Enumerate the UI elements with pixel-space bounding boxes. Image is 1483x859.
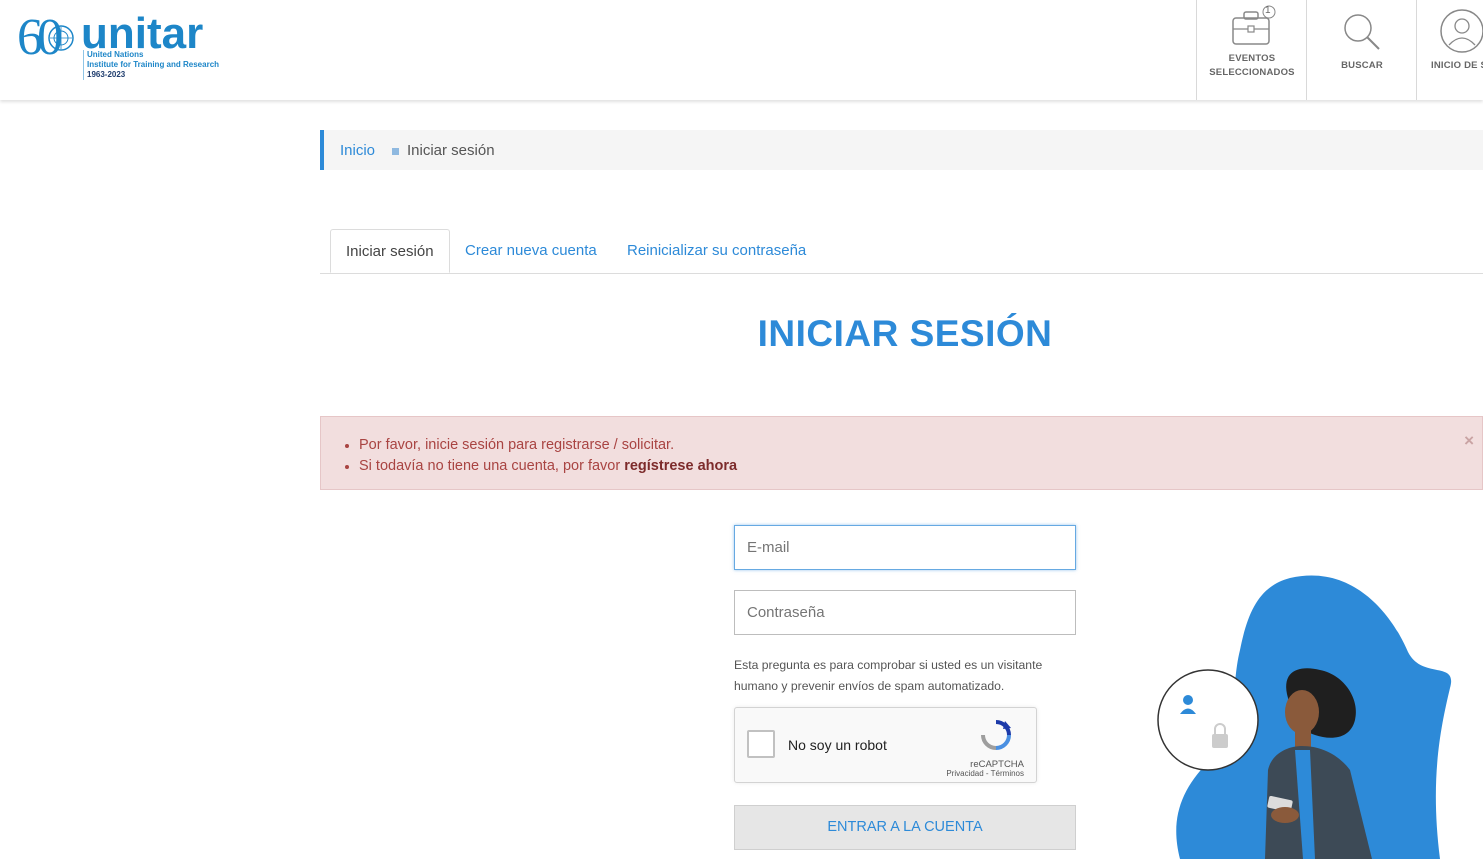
login-submit-button[interactable]: ENTRAR A LA CUENTA (734, 805, 1076, 850)
tab-create-account[interactable]: Crear nueva cuenta (450, 229, 612, 273)
briefcase-icon: 1 (1227, 4, 1277, 53)
tab-reset-password[interactable]: Reinicializar su contraseña (612, 229, 821, 273)
selected-events-label-line1: EVENTOS (1228, 53, 1276, 64)
alert-register-text: Si todavía no tiene una cuenta, por favo… (359, 458, 625, 474)
password-input[interactable] (734, 590, 1076, 635)
recaptcha-links[interactable]: Privacidad - Términos (946, 769, 1024, 778)
selected-events-label-line2: SELECCIONADOS (1209, 67, 1295, 78)
account-tabs: Iniciar sesión Crear nueva cuenta Reinic… (320, 229, 1483, 274)
login-nav-button[interactable]: INICIO DE S (1416, 0, 1483, 100)
captcha-description: Esta pregunta es para comprobar si usted… (734, 658, 1043, 693)
illustration-neck (1295, 730, 1311, 748)
alert-close-button[interactable]: × (1464, 431, 1474, 451)
illustration-user-icon (1183, 695, 1193, 705)
selected-events-badge: 1 (1265, 5, 1271, 16)
alert-message-login: Por favor, inicie sesión para registrars… (345, 435, 737, 456)
illustration-hand (1271, 807, 1299, 823)
error-alert: Por favor, inicie sesión para registrars… (320, 416, 1483, 490)
unitar-logo[interactable]: 60 unitar United Nations Institute for T… (17, 10, 222, 82)
register-now-link[interactable]: regístrese ahora (624, 458, 737, 474)
search-icon (1339, 9, 1385, 60)
illustration-ring (1157, 669, 1259, 771)
recaptcha-checkbox[interactable] (747, 730, 775, 758)
logo-line2: Institute for Training and Research (87, 60, 220, 69)
login-illustration (1157, 575, 1452, 859)
alert-list: Por favor, inicie sesión para registrars… (345, 435, 737, 477)
logo-subtitle: United Nations Institute for Training an… (83, 50, 219, 80)
email-input[interactable] (734, 525, 1076, 570)
page-title: INICIAR SESIÓN (757, 313, 1053, 354)
logo-years: 1963-2023 (87, 70, 126, 79)
search-label: BUSCAR (1341, 60, 1383, 71)
breadcrumb: Inicio Iniciar sesión (320, 130, 1483, 170)
search-button[interactable]: BUSCAR (1306, 0, 1417, 100)
recaptcha-label: No soy un robot (788, 737, 887, 753)
site-header: 60 unitar United Nations Institute for T… (0, 0, 1483, 100)
breadcrumb-current: Iniciar sesión (407, 142, 495, 159)
alert-message-register: Si todavía no tiene una cuenta, por favo… (345, 456, 737, 477)
breadcrumb-separator (392, 148, 399, 155)
user-icon (1438, 7, 1483, 60)
illustration-face (1285, 690, 1319, 734)
tab-login[interactable]: Iniciar sesión (330, 229, 450, 273)
login-nav-label: INICIO DE S (1431, 60, 1483, 71)
illustration-lock-icon (1212, 734, 1228, 748)
logo-line1: United Nations (87, 50, 144, 59)
breadcrumb-home-link[interactable]: Inicio (340, 142, 375, 159)
recaptcha-widget: No soy un robot reCAPTCHA Privacidad - T… (734, 707, 1037, 783)
selected-events-button[interactable]: 1 EVENTOS SELECCIONADOS (1196, 0, 1307, 100)
un-emblem-icon (48, 25, 74, 51)
recaptcha-logo-icon (981, 720, 1011, 750)
selected-events-label: EVENTOS SELECCIONADOS (1197, 52, 1307, 80)
